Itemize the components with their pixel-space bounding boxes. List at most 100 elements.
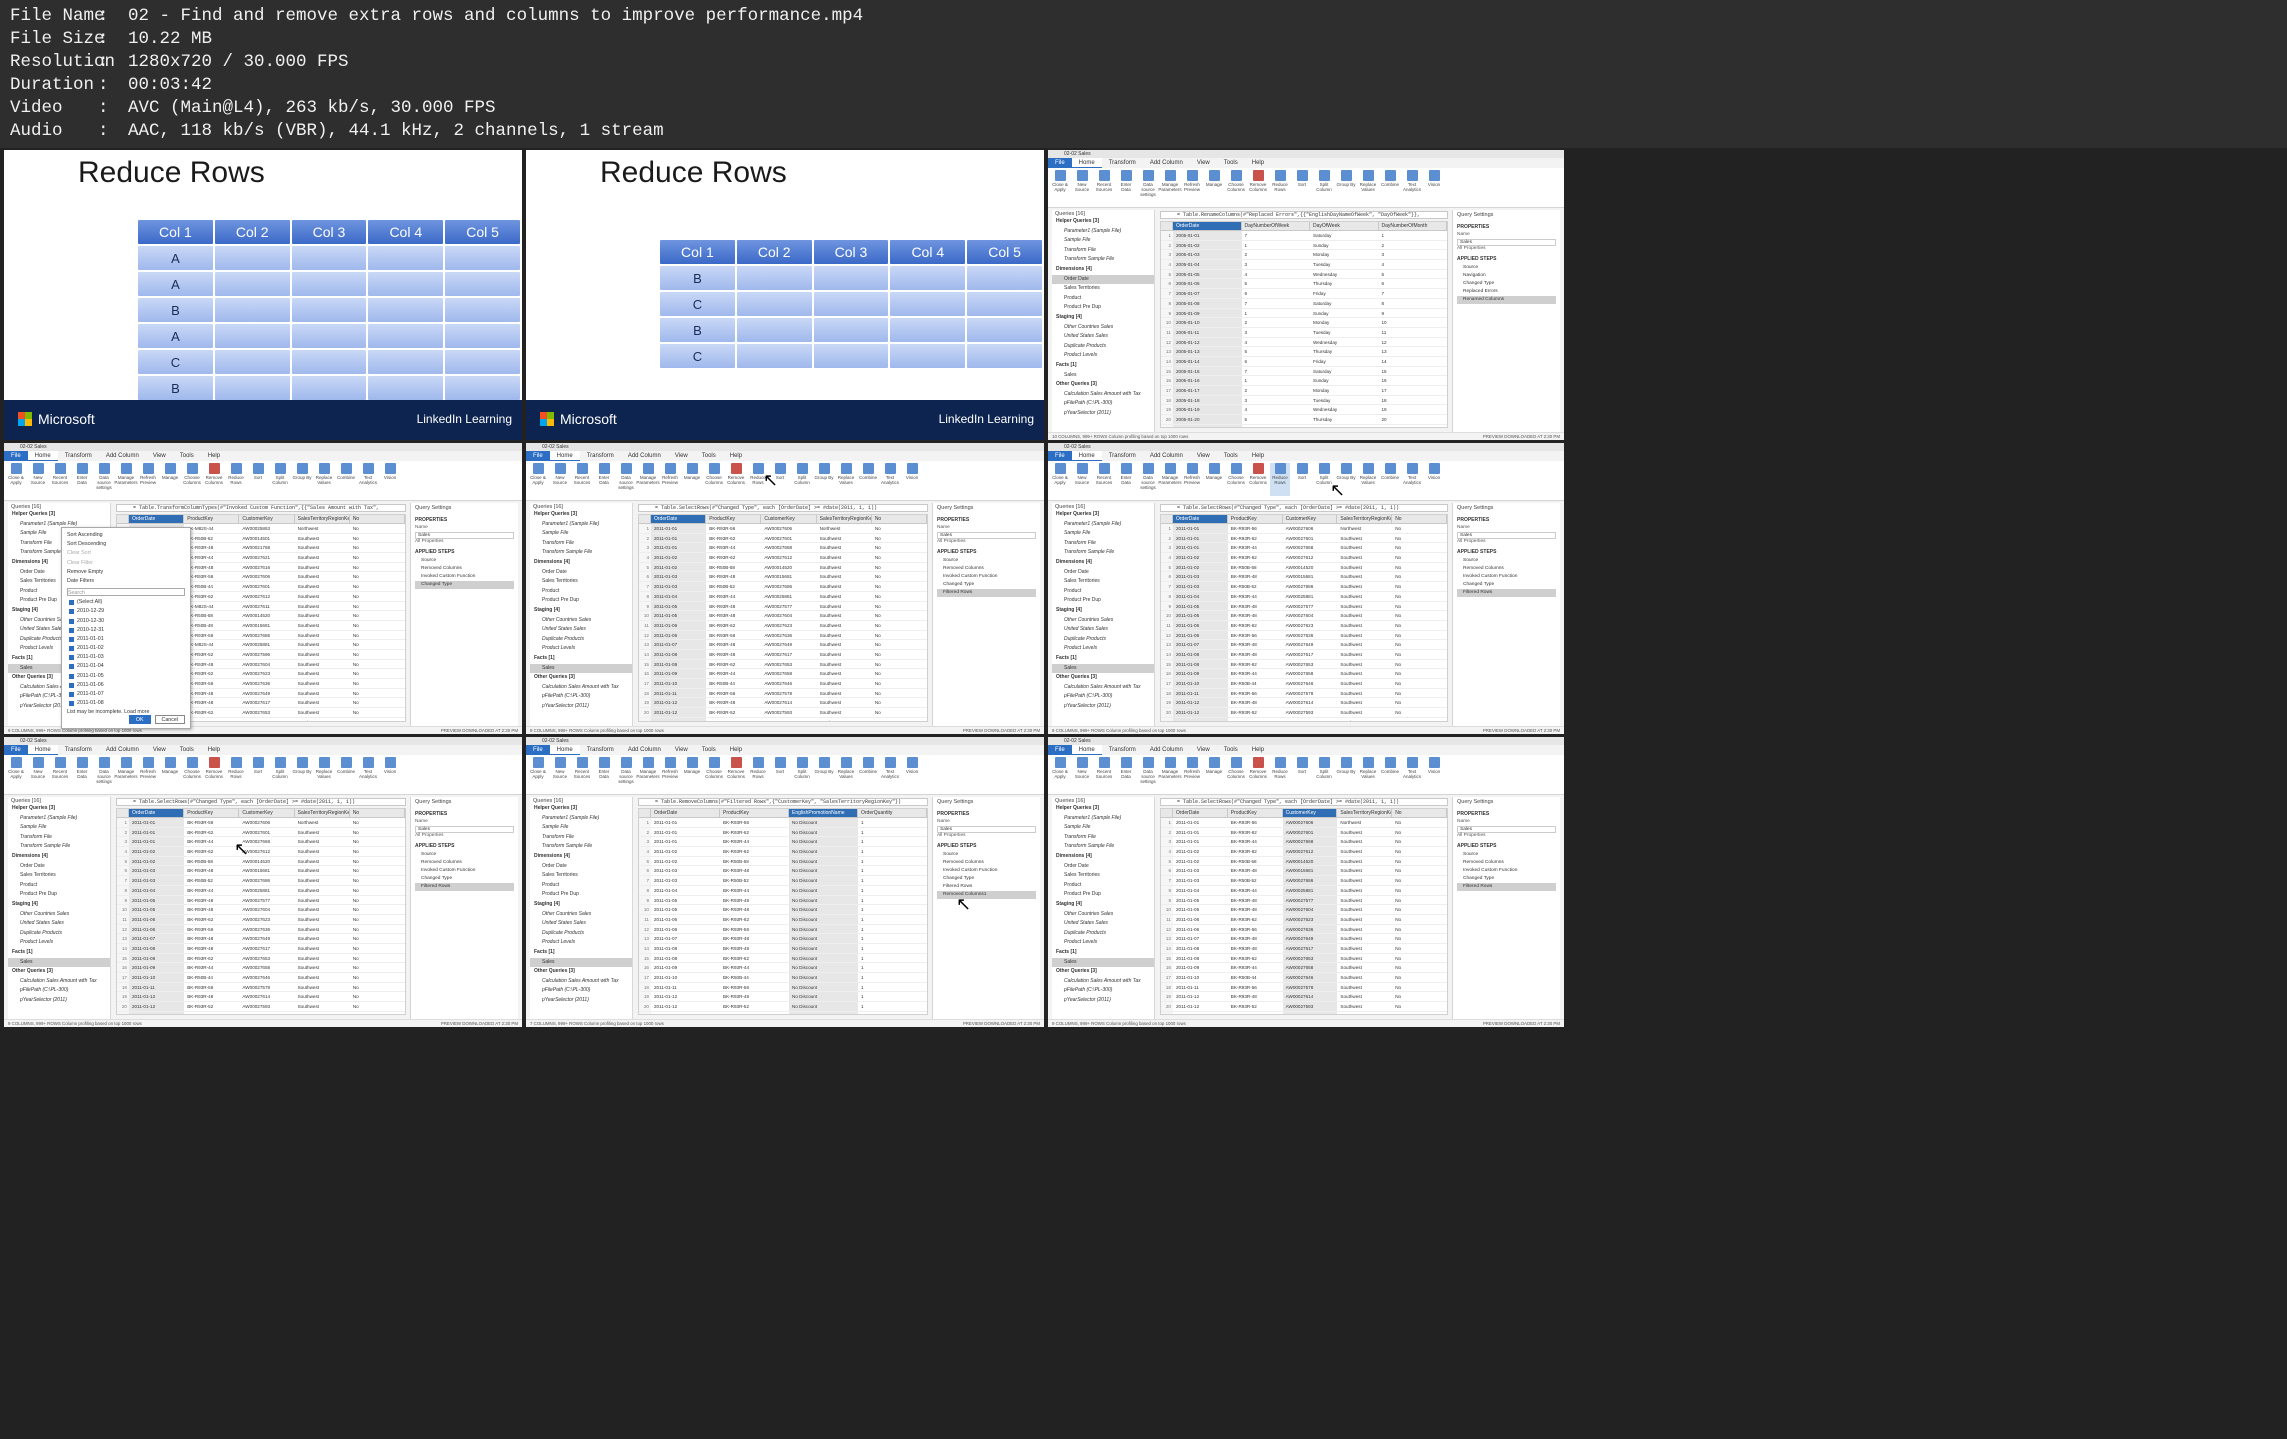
query-item[interactable]: Transform File [8, 833, 110, 843]
applied-step[interactable]: Removed Columns [1457, 565, 1556, 573]
vision-button[interactable]: Vision [1424, 463, 1444, 496]
combine-button[interactable]: Combine [858, 463, 878, 496]
query-item[interactable]: Calculation Sales Amount with Tax [530, 977, 632, 987]
refresh-preview-button[interactable]: Refresh Preview [660, 463, 680, 496]
manage-button[interactable]: Manage [682, 757, 702, 790]
query-item[interactable]: Transform File [1052, 539, 1154, 549]
column-header[interactable]: CustomerKey [239, 515, 295, 523]
all-properties-link[interactable]: All Properties [1457, 246, 1556, 253]
filter-checkbox[interactable]: 2011-01-01 [67, 635, 185, 644]
reduce-rows-button[interactable]: Reduce Rows [1270, 463, 1290, 496]
manage-button[interactable]: Manage [1204, 170, 1224, 203]
column-header[interactable]: SalesTerritoryRegionKey [817, 515, 872, 523]
query-item[interactable]: Helper Queries [3] [1052, 510, 1154, 520]
query-item[interactable]: United States Sales [530, 625, 632, 635]
replace-values-button[interactable]: Replace Values [1358, 170, 1378, 203]
query-item[interactable]: Transform Sample File [1052, 255, 1154, 265]
menu-tab-transform[interactable]: Transform [1102, 158, 1143, 168]
query-item[interactable]: Sample File [1052, 529, 1154, 539]
menu-tab-home[interactable]: Home [1071, 451, 1102, 461]
column-header[interactable]: OrderQuantity [858, 809, 927, 817]
applied-step[interactable]: Source [1457, 851, 1556, 859]
column-header[interactable]: DayNumberOfMonth [1379, 222, 1447, 230]
name-input[interactable]: Sales [415, 826, 514, 833]
column-header[interactable]: OrderDate [651, 809, 720, 817]
sort-button[interactable]: Sort [248, 757, 268, 790]
remove-columns-button[interactable]: Remove Columns [204, 463, 224, 496]
manage-button[interactable]: Manage [160, 757, 180, 790]
column-header[interactable]: No [872, 515, 927, 523]
replace-values-button[interactable]: Replace Values [836, 757, 856, 790]
applied-step[interactable]: Removed Columns [415, 859, 514, 867]
query-item[interactable]: Product [8, 881, 110, 891]
refresh-preview-button[interactable]: Refresh Preview [1182, 463, 1202, 496]
name-input[interactable]: Sales [415, 532, 514, 539]
applied-step[interactable]: Changed Type [937, 581, 1036, 589]
menu-tab-tools[interactable]: Tools [173, 451, 201, 461]
replace-values-button[interactable]: Replace Values [1358, 757, 1378, 790]
formula-bar[interactable]: = Table.RenameColumns(#"Replaced Errors"… [1160, 211, 1448, 219]
name-input[interactable]: Sales [1457, 532, 1556, 539]
column-header[interactable]: CustomerKey [1282, 809, 1338, 817]
query-item[interactable]: Duplicate Products [530, 635, 632, 645]
formula-bar[interactable]: = Table.SelectRows(#"Changed Type", each… [1160, 504, 1448, 512]
column-header[interactable]: ProductKey [720, 809, 789, 817]
split-column-button[interactable]: Split Column [1314, 757, 1334, 790]
menu-tab-help[interactable]: Help [723, 745, 749, 755]
applied-step[interactable]: Removed Columns [937, 565, 1036, 573]
query-item[interactable]: Calculation Sales Amount with Tax [1052, 977, 1154, 987]
applied-step[interactable]: Changed Type [415, 581, 514, 589]
remove-columns-button[interactable]: Remove Columns [1248, 757, 1268, 790]
query-item[interactable]: Facts [1] [1052, 948, 1154, 958]
filter-checkbox[interactable]: 2010-12-30 [67, 617, 185, 626]
column-header[interactable]: ProductKey [1228, 809, 1283, 817]
split-column-button[interactable]: Split Column [792, 757, 812, 790]
menu-tab-add-column[interactable]: Add Column [1143, 451, 1190, 461]
name-input[interactable]: Sales [1457, 826, 1556, 833]
manage-parameters-button[interactable]: Manage Parameters [1158, 757, 1182, 790]
applied-step[interactable]: Invoked Custom Function [1457, 573, 1556, 581]
menu-tab-file[interactable]: File [4, 745, 28, 755]
name-input[interactable]: Sales [1457, 239, 1556, 246]
reduce-rows-button[interactable]: Reduce Rows [226, 757, 246, 790]
close-apply-button[interactable]: Close & Apply [1050, 170, 1070, 203]
choose-columns-button[interactable]: Choose Columns [704, 757, 724, 790]
query-item[interactable]: Sales [530, 957, 632, 968]
replace-values-button[interactable]: Replace Values [1358, 463, 1378, 496]
applied-step[interactable]: Filtered Rows [1457, 883, 1556, 891]
column-header[interactable]: ProductKey [184, 515, 240, 523]
sort-button[interactable]: Sort [1292, 170, 1312, 203]
query-item[interactable]: Product [1052, 587, 1154, 597]
vision-button[interactable]: Vision [1424, 170, 1444, 203]
enter-data-button[interactable]: Enter Data [1116, 757, 1136, 790]
query-item[interactable]: pYearSelector (2011) [8, 996, 110, 1006]
remove-columns-button[interactable]: Remove Columns [726, 757, 746, 790]
applied-step[interactable]: Replaced Errors [1457, 288, 1556, 296]
query-item[interactable]: United States Sales [8, 919, 110, 929]
query-item[interactable]: Product Levels [8, 938, 110, 948]
query-item[interactable]: Staging [4] [1052, 606, 1154, 616]
menu-tab-tools[interactable]: Tools [173, 745, 201, 755]
query-item[interactable]: pYearSelector (2011) [1052, 996, 1154, 1006]
choose-columns-button[interactable]: Choose Columns [1226, 757, 1246, 790]
query-item[interactable]: Product Levels [1052, 644, 1154, 654]
query-item[interactable]: Helper Queries [3] [1052, 804, 1154, 814]
query-item[interactable]: Product Levels [1052, 351, 1154, 361]
menu-tab-add-column[interactable]: Add Column [621, 451, 668, 461]
menu-tab-home[interactable]: Home [27, 745, 58, 755]
applied-step[interactable]: Renamed Columns [1457, 296, 1556, 304]
close-apply-button[interactable]: Close & Apply [1050, 463, 1070, 496]
menu-tab-file[interactable]: File [526, 745, 550, 755]
close-apply-button[interactable]: Close & Apply [1050, 757, 1070, 790]
query-item[interactable]: Sample File [8, 823, 110, 833]
menu-tab-help[interactable]: Help [201, 451, 227, 461]
sort-button[interactable]: Sort [1292, 463, 1312, 496]
query-item[interactable]: Product Levels [530, 644, 632, 654]
manage-parameters-button[interactable]: Manage Parameters [636, 463, 660, 496]
query-item[interactable]: Product [1052, 294, 1154, 304]
vision-button[interactable]: Vision [902, 757, 922, 790]
manage-button[interactable]: Manage [682, 463, 702, 496]
all-properties-link[interactable]: All Properties [415, 833, 514, 840]
query-item[interactable]: Sales Territories [8, 871, 110, 881]
choose-columns-button[interactable]: Choose Columns [182, 757, 202, 790]
